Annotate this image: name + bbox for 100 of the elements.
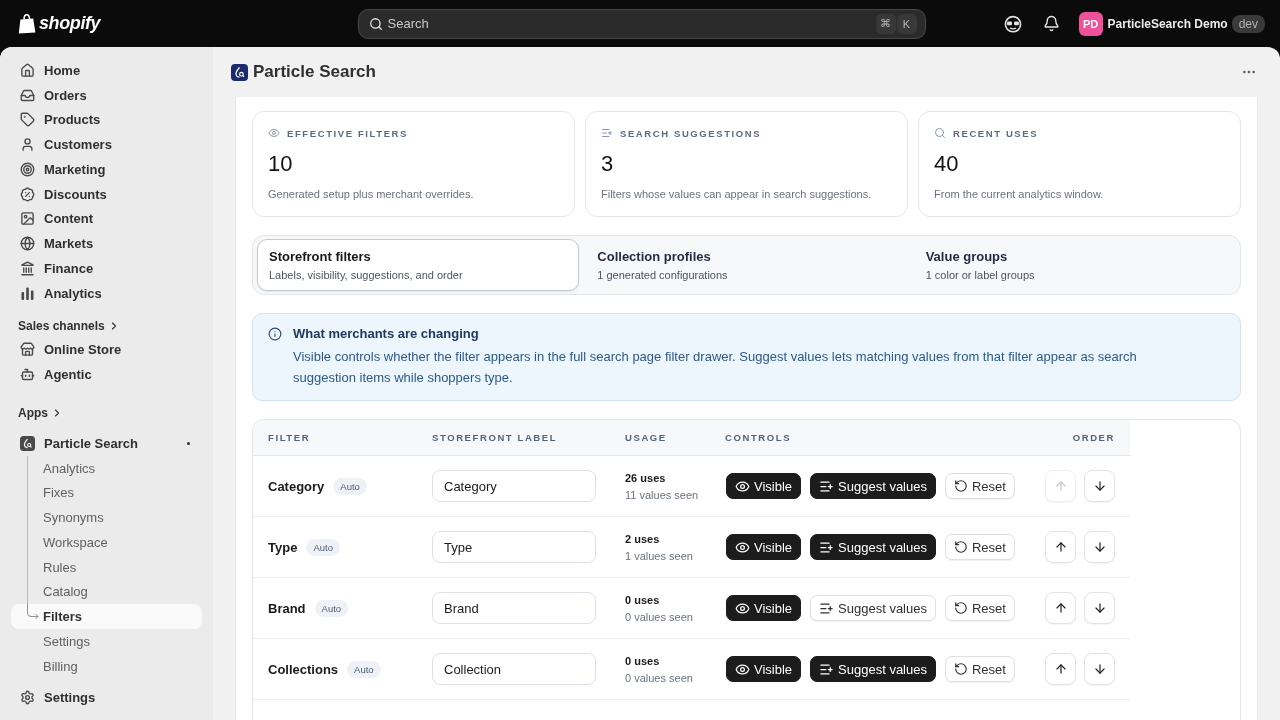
tab[interactable]: Storefront filters Labels, visibility, suggestions, and order xyxy=(257,239,580,291)
search-icon xyxy=(934,127,946,139)
branch-arrow-icon xyxy=(27,604,39,621)
column-header: USAGE xyxy=(624,432,668,443)
nav-subitem[interactable]: Synonyms xyxy=(11,505,202,530)
logo-wordmark[interactable]: shopify xyxy=(39,13,101,34)
visible-button[interactable]: Visible xyxy=(726,656,802,682)
arrow-down-icon xyxy=(1092,662,1107,676)
tab[interactable]: Collection profiles 1 generated configurations xyxy=(585,239,908,291)
stat-value: 10 xyxy=(268,151,294,177)
tab[interactable]: Value groups 1 color or label groups xyxy=(913,239,1236,291)
usage-count: 0 uses xyxy=(625,592,661,607)
label-input[interactable]: Category xyxy=(432,470,596,502)
bell-icon xyxy=(1042,15,1060,32)
stat-value: 40 xyxy=(934,151,960,177)
nav-item[interactable]: Customers xyxy=(11,132,202,157)
suggest-button[interactable]: Suggest values xyxy=(810,595,936,621)
nav-item[interactable]: Products xyxy=(11,107,202,133)
section-link[interactable]: Sales channels xyxy=(11,313,120,338)
reset-button[interactable]: Reset xyxy=(944,595,1015,621)
nav-item[interactable]: Content xyxy=(11,206,202,232)
stat-value: 3 xyxy=(601,151,615,177)
nav-item[interactable]: Orders xyxy=(11,82,202,108)
reset-button[interactable]: Reset xyxy=(944,656,1015,682)
nav-item[interactable]: Marketing xyxy=(11,157,202,182)
dot-icon xyxy=(187,441,190,445)
info-icon xyxy=(268,327,282,341)
arrow-down-icon xyxy=(1092,601,1107,615)
visible-button[interactable]: Visible xyxy=(726,473,802,499)
usage-count: 26 uses xyxy=(625,470,667,485)
nav-subitem[interactable]: Settings xyxy=(11,629,202,654)
nav-subitem[interactable]: Analytics xyxy=(11,455,202,481)
move-down-button[interactable] xyxy=(1084,531,1115,563)
reset-button[interactable]: Reset xyxy=(944,473,1015,499)
page-title: Particle Search xyxy=(253,62,377,82)
list-plus-icon xyxy=(819,661,835,677)
target-icon xyxy=(20,161,35,177)
nav-subitem[interactable]: Rules xyxy=(11,554,202,580)
list-plus-icon xyxy=(601,127,613,139)
nav-item[interactable]: Agentic xyxy=(11,362,202,387)
move-up-button[interactable] xyxy=(1045,653,1076,685)
usage-count: 0 uses xyxy=(625,653,661,668)
nav-item[interactable]: Home xyxy=(11,58,202,83)
label-input[interactable]: Collection xyxy=(432,653,596,685)
auto-badge: Auto xyxy=(306,538,340,556)
column-header: STOREFRONT LABEL xyxy=(431,432,559,443)
nav-subitem[interactable]: Filters xyxy=(11,604,202,629)
person-icon xyxy=(20,137,35,153)
nav-item[interactable]: Particle Search xyxy=(11,431,202,456)
visible-button[interactable]: Visible xyxy=(726,534,802,560)
stat-description: Generated setup plus merchant overrides. xyxy=(268,187,475,201)
nav-item[interactable]: Finance xyxy=(11,256,202,281)
bar-chart-icon xyxy=(20,285,35,301)
list-plus-icon xyxy=(819,600,835,616)
move-up-button[interactable] xyxy=(1045,531,1076,563)
nav-subitem[interactable]: Fixes xyxy=(11,480,202,506)
gear-icon xyxy=(20,690,35,706)
banner-text: Visible controls whether the filter appears in the full search page filter drawer. Suggest values lets matching values from that filter appear as search suggestion items while shoppers type. xyxy=(293,348,1138,387)
eye-icon xyxy=(735,661,750,677)
eye-icon xyxy=(268,127,280,139)
move-down-button[interactable] xyxy=(1084,653,1115,685)
account-name[interactable]: ParticleSearch Demo xyxy=(1107,16,1228,31)
nav-item[interactable]: Analytics xyxy=(11,280,202,306)
nav-subitem[interactable]: Billing xyxy=(11,653,202,679)
nav-subitem[interactable]: Workspace xyxy=(11,530,202,555)
reset-icon xyxy=(953,479,968,493)
eye-icon xyxy=(735,600,750,616)
arrow-up-icon xyxy=(1053,540,1068,554)
column-header: FILTER xyxy=(267,432,312,443)
values-seen: 0 values seen xyxy=(625,670,694,685)
move-down-button[interactable] xyxy=(1084,592,1115,624)
stat-label: RECENT USES xyxy=(953,127,1039,139)
stat-label: SEARCH SUGGESTIONS xyxy=(620,127,762,139)
list-plus-icon xyxy=(819,539,835,555)
move-up-button[interactable] xyxy=(1045,592,1076,624)
nav-item[interactable]: Online Store xyxy=(11,337,202,363)
app-icon xyxy=(20,435,35,451)
label-input[interactable]: Type xyxy=(432,531,596,563)
section-link[interactable]: Apps xyxy=(11,401,63,425)
tag-icon xyxy=(20,112,35,128)
eye-icon xyxy=(735,539,750,555)
suggest-button[interactable]: Suggest values xyxy=(810,473,936,499)
suggest-button[interactable]: Suggest values xyxy=(810,534,936,560)
move-down-button[interactable] xyxy=(1084,470,1115,502)
nav-item[interactable]: Markets xyxy=(11,231,202,256)
inbox-icon xyxy=(20,87,35,103)
visible-button[interactable]: Visible xyxy=(726,595,802,621)
stat-label: EFFECTIVE FILTERS xyxy=(287,127,408,139)
values-seen: 11 values seen xyxy=(625,487,700,502)
assistant-button[interactable] xyxy=(1003,14,1022,33)
label-input[interactable]: Brand xyxy=(432,592,596,624)
notifications-button[interactable] xyxy=(1042,15,1060,32)
home-icon xyxy=(20,62,35,78)
nav-item[interactable]: Discounts xyxy=(11,181,202,207)
suggest-button[interactable]: Suggest values xyxy=(810,656,936,682)
stat-description: From the current analytics window. xyxy=(934,187,1105,201)
list-plus-icon xyxy=(819,478,835,494)
search-icon xyxy=(368,16,383,31)
nav-item[interactable]: Settings xyxy=(11,685,202,710)
reset-button[interactable]: Reset xyxy=(944,534,1015,560)
